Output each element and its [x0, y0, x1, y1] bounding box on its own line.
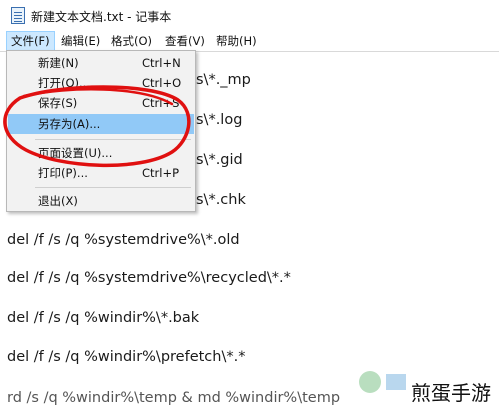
menu-item-print[interactable]: 打印(P)... Ctrl+P	[8, 163, 194, 183]
menu-item-label: 页面设置(U)...	[38, 146, 113, 160]
menu-item-shortcut: Ctrl+S	[142, 96, 180, 110]
editor-line-partial: s\*.log	[196, 112, 243, 128]
menu-file[interactable]: 文件(F)	[6, 31, 55, 51]
menu-item-save-as[interactable]: 另存为(A)...	[8, 114, 194, 134]
menu-item-open[interactable]: 打开(O)... Ctrl+O	[8, 73, 194, 93]
editor-line: del /f /s /q %systemdrive%\*.old	[7, 232, 240, 248]
menu-item-exit[interactable]: 退出(X)	[8, 191, 194, 211]
menu-item-label: 退出(X)	[38, 194, 78, 208]
window-title: 新建文本文档.txt - 记事本	[31, 10, 172, 24]
editor-line: del /f /s /q %windir%\prefetch\*.*	[7, 349, 246, 365]
editor-line-partial: s\*.gid	[196, 152, 243, 168]
menu-item-page-setup[interactable]: 页面设置(U)...	[8, 143, 194, 163]
editor-line-partial: s\*._mp	[196, 72, 251, 88]
menu-item-save[interactable]: 保存(S) Ctrl+S	[8, 93, 194, 113]
menu-separator	[35, 187, 191, 188]
notepad-icon	[11, 7, 25, 24]
editor-line: del /f /s /q %systemdrive%\recycled\*.*	[7, 270, 291, 286]
menu-item-label: 新建(N)	[38, 56, 79, 70]
menu-item-label: 保存(S)	[38, 96, 78, 110]
title-bar: 新建文本文档.txt - 记事本	[0, 0, 499, 31]
menu-help[interactable]: 帮助(H)	[212, 31, 261, 51]
menu-item-new[interactable]: 新建(N) Ctrl+N	[8, 53, 194, 73]
menu-bar: 文件(F) 编辑(E) 格式(O) 查看(V) 帮助(H)	[0, 31, 499, 52]
menu-view[interactable]: 查看(V)	[161, 31, 209, 51]
menu-item-shortcut: Ctrl+P	[142, 166, 180, 180]
menu-item-shortcut: Ctrl+O	[142, 76, 182, 90]
watermark-logo-icon	[359, 371, 406, 393]
editor-line: del /f /s /q %windir%\*.bak	[7, 310, 200, 326]
editor-line: rd /s /q %windir%\temp & md %windir%\tem…	[7, 390, 341, 406]
menu-edit[interactable]: 编辑(E)	[57, 31, 104, 51]
menu-format[interactable]: 格式(O)	[107, 31, 156, 51]
menu-item-shortcut: Ctrl+N	[142, 56, 181, 70]
menu-item-label: 打开(O)...	[38, 76, 90, 90]
watermark-text: 煎蛋手游	[411, 381, 491, 405]
menu-item-label: 打印(P)...	[38, 166, 88, 180]
menu-item-label: 另存为(A)...	[38, 117, 101, 131]
editor-line-partial: s\*.chk	[196, 192, 246, 208]
menu-separator	[35, 139, 191, 140]
file-dropdown-menu: 新建(N) Ctrl+N 打开(O)... Ctrl+O 保存(S) Ctrl+…	[6, 50, 196, 212]
